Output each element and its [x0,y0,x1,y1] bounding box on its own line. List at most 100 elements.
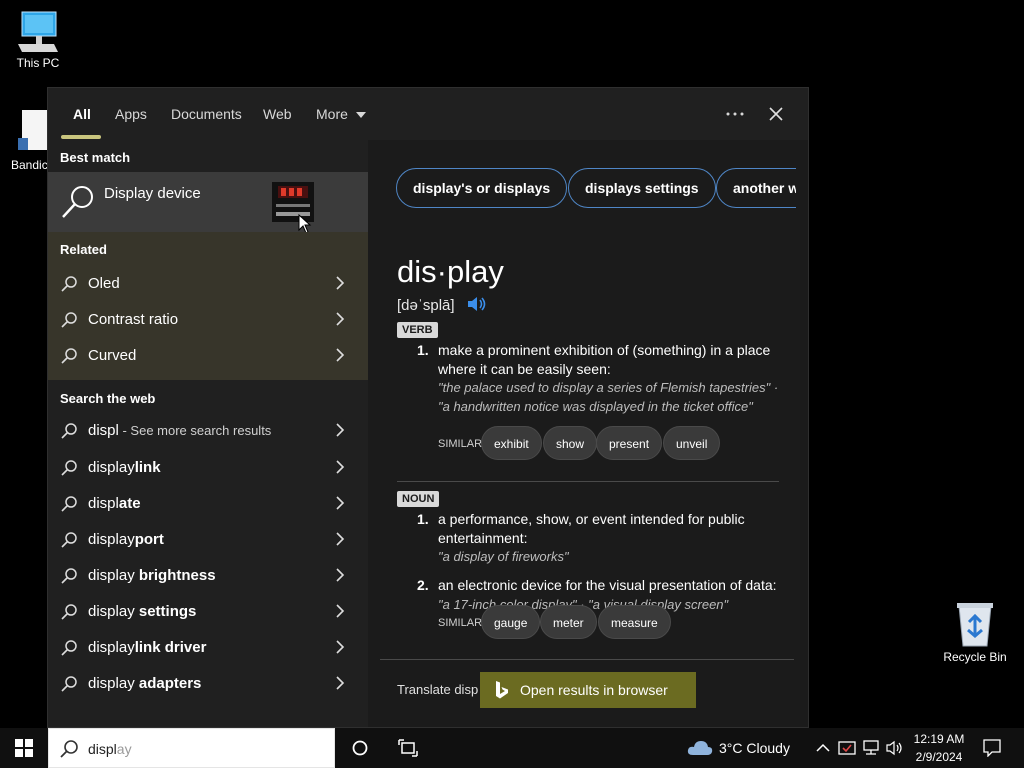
chevron-right-icon [336,312,345,326]
web-query-text: displ [88,422,119,439]
suggestion-prefix: display [88,459,135,476]
desktop-icon-bandicam[interactable]: Bandic [0,108,48,172]
chevron-up-icon[interactable] [816,743,830,753]
web-suggestion-displaylink[interactable]: displaylink [48,450,368,486]
chevron-right-icon [336,496,345,510]
caret-down-icon [355,112,366,118]
tab-more[interactable]: More [316,106,366,122]
clock-time[interactable]: 12:19 AM [912,732,966,746]
cortana-icon[interactable] [351,739,369,757]
synonym-chip[interactable]: present [596,426,663,460]
search-icon [61,640,77,656]
desktop-icon-label: Bandic [11,158,48,172]
synonym-chip[interactable]: unveil [663,426,721,460]
related-item-curved[interactable]: Curved [48,338,368,374]
synonym-chip[interactable]: gauge [481,605,541,639]
bing-logo-icon [496,681,508,699]
security-icon[interactable] [838,740,856,756]
web-suggestion-label: display brightness [88,567,216,584]
speaker-icon[interactable] [467,296,487,312]
notifications-icon[interactable] [983,739,1001,757]
web-suggestion-display-adapters[interactable]: display adapters [48,666,368,702]
suggestion-suffix: adapters [134,675,202,692]
windows-start-icon[interactable] [15,739,33,757]
desktop-icon-recycle-bin[interactable]: Recycle Bin [940,600,1010,664]
suggestion-prefix: display [88,639,135,656]
definition-number: 1. [417,511,429,527]
chips-fade [796,160,808,216]
suggestion-prefix: display [88,603,135,620]
search-autocomplete-text: ay [116,741,132,757]
desktop-icon-this-pc[interactable]: This PC [3,10,73,70]
tab-apps[interactable]: Apps [115,106,147,122]
tab-all[interactable]: All [73,106,91,122]
taskbar-search-box[interactable]: display [48,728,335,768]
web-suggestion-displayport[interactable]: displayport [48,522,368,558]
search-icon [61,604,77,620]
search-tabs: All Apps Documents Web More [48,88,808,140]
volume-icon[interactable] [886,740,904,756]
recycle-bin-icon [957,603,993,647]
synonym-chip[interactable]: measure [598,605,671,639]
chevron-right-icon [336,348,345,362]
web-query-subtext: - See more search results [118,423,272,438]
noun-definition-1: a performance, show, or event intended f… [438,511,745,546]
taskbar: display 3°C Cloudy 12:19 AM 2/9/2024 [0,728,1024,768]
synonym-chip[interactable]: meter [540,605,597,639]
web-suggestion-displate[interactable]: displate [48,486,368,522]
chevron-right-icon [336,568,345,582]
related-item-contrast-ratio[interactable]: Contrast ratio [48,302,368,338]
web-result-displ[interactable]: displ - See more search results [48,413,368,449]
verb-definition: make a prominent exhibition of (somethin… [438,342,771,377]
dictionary-word: dis·play [397,254,504,289]
related-search-chip[interactable]: another w [716,168,808,208]
search-icon [62,186,93,218]
pronunciation: [dəˈsplā] [397,296,487,314]
synonym-chip[interactable]: show [543,426,598,460]
translate-text[interactable]: Translate disp [397,682,478,697]
similar-label: SIMILAR: [438,617,486,629]
mouse-cursor-icon [298,214,312,234]
search-typed-text: displ [88,741,117,757]
synonym-chip[interactable]: exhibit [481,426,542,460]
computer-icon [18,11,58,52]
close-icon[interactable] [768,106,784,122]
chevron-right-icon [336,460,345,474]
best-match-title: Display device [104,185,201,202]
suggestion-suffix: link [134,459,161,476]
search-icon [61,423,77,439]
definition-number: 2. [417,577,429,593]
suggestion-prefix: display [88,531,135,548]
suggestion-prefix: display [88,567,135,584]
related-item-label: Curved [88,347,137,364]
tab-web[interactable]: Web [263,106,292,122]
chevron-right-icon [336,423,345,437]
chevron-right-icon [336,604,345,618]
related-search-chip[interactable]: display's or displays [396,168,568,208]
chevron-right-icon [336,276,345,290]
noun-definition-2: an electronic device for the visual pres… [438,577,777,593]
web-suggestion-label: displaylink driver [88,639,206,656]
task-view-icon[interactable] [398,739,418,757]
web-suggestion-displaylink-driver[interactable]: displaylink driver [48,630,368,666]
suggestion-suffix: brightness [134,567,216,584]
web-suggestion-label: displaylink [88,459,161,476]
best-match-item[interactable]: Display device [48,172,368,234]
cloudy-weather-icon[interactable] [686,738,714,758]
open-results-in-browser-button[interactable]: Open results in browser [480,672,696,708]
suggestion-suffix: ate [118,495,141,512]
web-suggestion-display-settings[interactable]: display settings [48,594,368,630]
network-icon[interactable] [862,740,880,756]
related-item-label: Contrast ratio [88,311,179,328]
open-browser-label: Open results in browser [520,682,668,698]
more-options-icon[interactable] [725,111,745,117]
web-suggestion-display-brightness[interactable]: display brightness [48,558,368,594]
clock-date[interactable]: 2/9/2024 [912,750,966,764]
tab-documents[interactable]: Documents [171,106,242,122]
related-item-oled[interactable]: Oled [48,266,368,302]
related-item-label: Oled [88,275,120,292]
preview-pane: display's or displays displays settings … [368,140,808,727]
related-search-chip[interactable]: displays settings [568,168,716,208]
weather-text[interactable]: 3°C Cloudy [719,740,790,756]
pronunciation-text: [dəˈsplā] [397,297,455,314]
